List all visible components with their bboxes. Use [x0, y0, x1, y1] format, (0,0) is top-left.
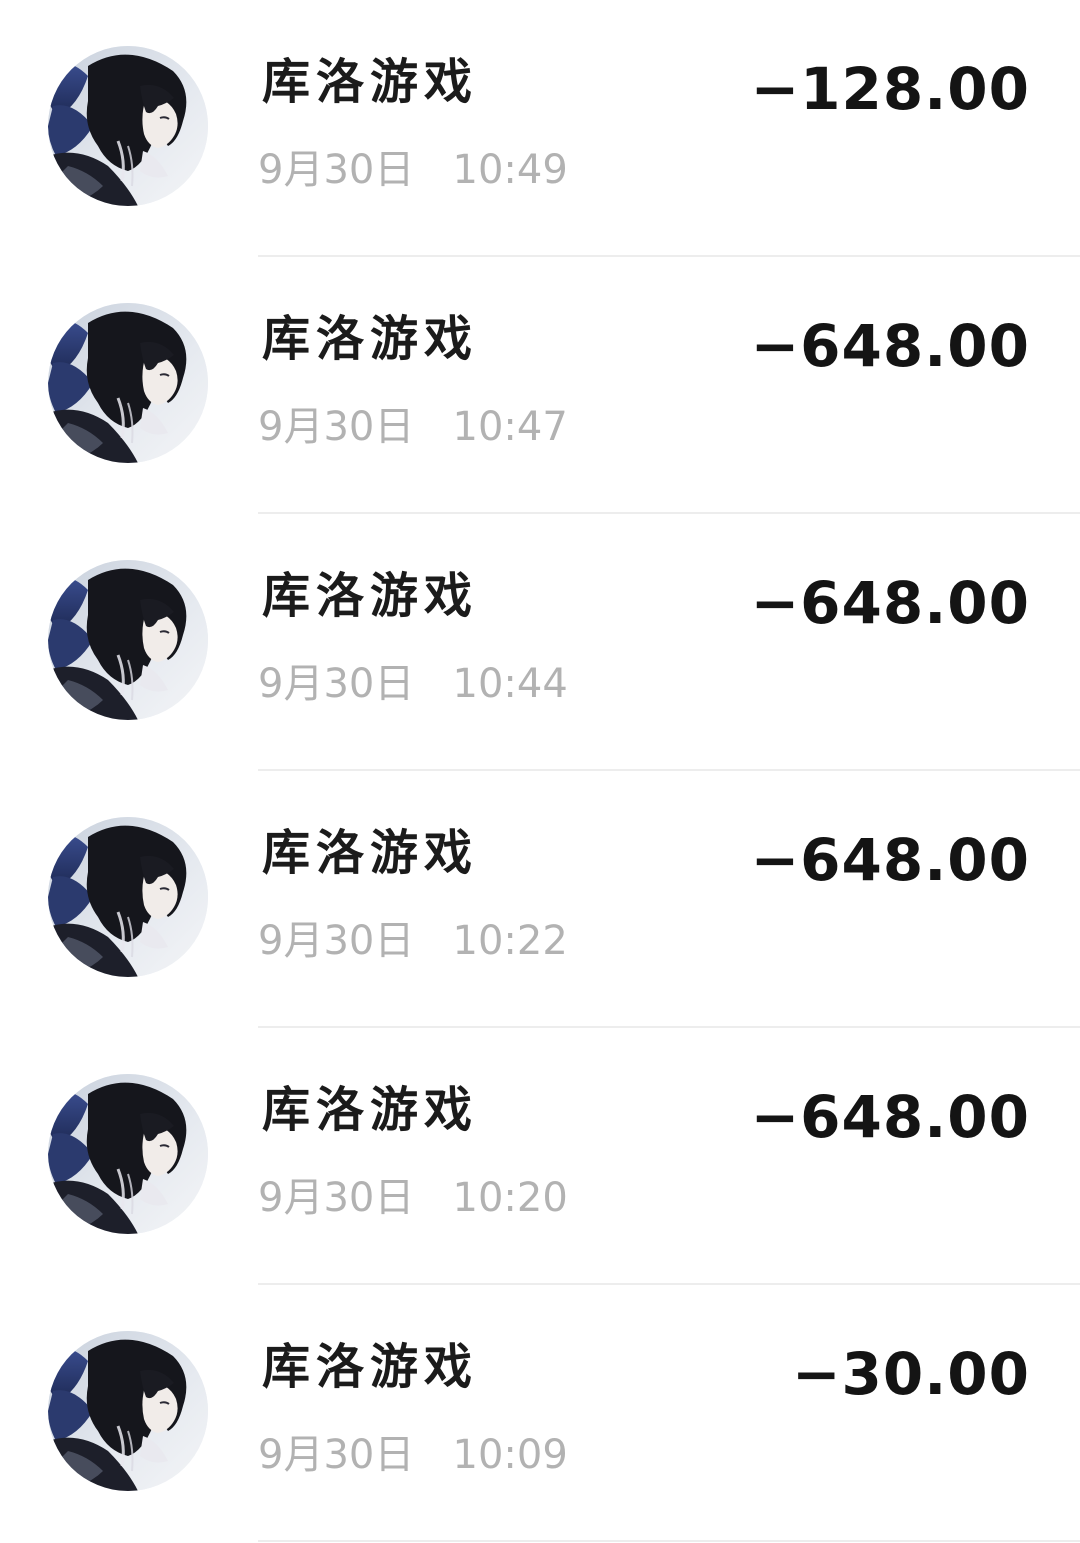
transaction-datetime: 9月30日 10:20: [258, 1170, 568, 1226]
transaction-amount: −648.00: [750, 312, 1030, 380]
transaction-datetime: 9月30日 10:49: [258, 142, 568, 198]
transaction-amount: −30.00: [791, 1340, 1030, 1408]
anime-character-avatar-icon: [48, 560, 208, 720]
transaction-list: 库洛游戏 9月30日 10:49 −128.00 库洛游戏 9月30日 10:4…: [0, 0, 1080, 1543]
transaction-amount: −128.00: [750, 55, 1030, 123]
transaction-time: 10:22: [452, 918, 568, 964]
transaction-date: 9月30日: [258, 404, 415, 450]
merchant-name: 库洛游戏: [262, 825, 479, 881]
transaction-row[interactable]: 库洛游戏 9月30日 10:44 −648.00: [0, 514, 1080, 771]
transaction-row[interactable]: 库洛游戏 9月30日 10:09 −30.00: [0, 1285, 1080, 1542]
transaction-row[interactable]: 库洛游戏 9月30日 10:49 −128.00: [0, 0, 1080, 257]
anime-character-avatar-icon: [48, 303, 208, 463]
transaction-date: 9月30日: [258, 1175, 415, 1221]
row-divider: [258, 1540, 1080, 1542]
transaction-row[interactable]: 库洛游戏 9月30日 10:22 −648.00: [0, 771, 1080, 1028]
transaction-row[interactable]: 库洛游戏 9月30日 10:47 −648.00: [0, 257, 1080, 514]
merchant-name: 库洛游戏: [262, 54, 479, 110]
merchant-name: 库洛游戏: [262, 1082, 479, 1138]
transaction-date: 9月30日: [258, 661, 415, 707]
transaction-datetime: 9月30日 10:09: [258, 1427, 568, 1483]
transaction-time: 10:49: [452, 147, 568, 193]
merchant-name: 库洛游戏: [262, 568, 479, 624]
transaction-date: 9月30日: [258, 1432, 415, 1478]
merchant-name: 库洛游戏: [262, 311, 479, 367]
anime-character-avatar-icon: [48, 1331, 208, 1491]
transaction-datetime: 9月30日 10:44: [258, 656, 568, 712]
transaction-time: 10:20: [452, 1175, 568, 1221]
transaction-date: 9月30日: [258, 147, 415, 193]
transaction-amount: −648.00: [750, 1083, 1030, 1151]
merchant-name: 库洛游戏: [262, 1339, 479, 1395]
transaction-datetime: 9月30日 10:22: [258, 913, 568, 969]
transaction-time: 10:44: [452, 661, 568, 707]
transaction-datetime: 9月30日 10:47: [258, 399, 568, 455]
transaction-amount: −648.00: [750, 826, 1030, 894]
anime-character-avatar-icon: [48, 46, 208, 206]
anime-character-avatar-icon: [48, 817, 208, 977]
transaction-row[interactable]: 库洛游戏 9月30日 10:20 −648.00: [0, 1028, 1080, 1285]
transaction-time: 10:09: [452, 1432, 568, 1478]
transaction-date: 9月30日: [258, 918, 415, 964]
transaction-amount: −648.00: [750, 569, 1030, 637]
transaction-time: 10:47: [452, 404, 568, 450]
anime-character-avatar-icon: [48, 1074, 208, 1234]
